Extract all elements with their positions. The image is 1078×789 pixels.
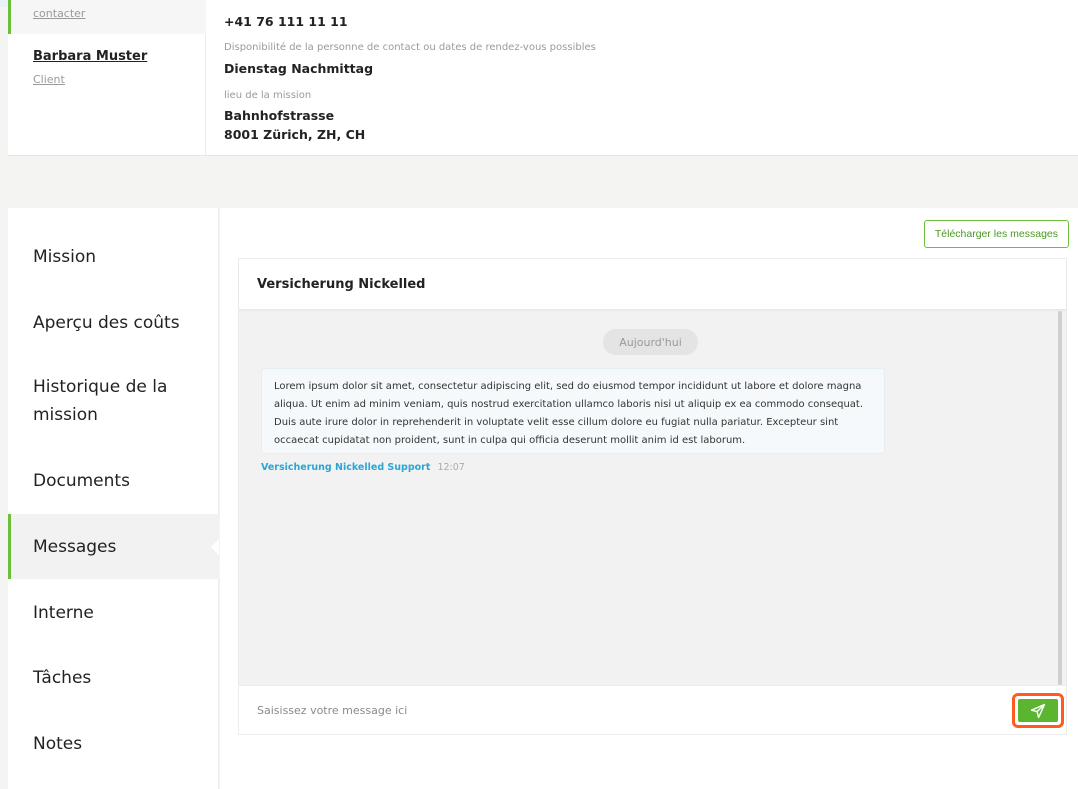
sidebar-item-label: Tâches <box>33 668 92 688</box>
sidebar-item-internal[interactable]: Interne <box>8 579 219 646</box>
sidebar-item-mission-history[interactable]: Historique de la mission <box>8 355 219 447</box>
contact-name-barbara[interactable]: Barbara Muster <box>33 49 147 64</box>
message-composer <box>239 685 1066 734</box>
mission-sidebar: Mission Aperçu des coûts Historique de l… <box>8 208 219 789</box>
sidebar-item-label: Historique de la mission <box>33 377 168 425</box>
message-meta: Versicherung Nickelled Support 12:07 <box>261 462 465 473</box>
chat-title: Versicherung Nickelled <box>257 276 426 292</box>
sidebar-item-documents[interactable]: Documents <box>8 447 219 514</box>
sidebar-item-label: Documents <box>33 470 130 491</box>
message-time: 12:07 <box>437 462 465 473</box>
send-button-highlight <box>1012 693 1064 728</box>
sidebar-item-cost-overview[interactable]: Aperçu des coûts <box>8 290 219 355</box>
message-bubble: Lorem ipsum dolor sit amet, consectetur … <box>261 368 885 454</box>
location-label: lieu de la mission <box>224 90 312 101</box>
message-input[interactable] <box>257 695 997 725</box>
contact-card: contacter Barbara Muster Client +41 76 1… <box>8 0 1078 156</box>
sidebar-item-tasks[interactable]: Tâches <box>8 646 219 710</box>
chat-scrollbar[interactable] <box>1058 311 1062 685</box>
location-city: 8001 Zürich, ZH, CH <box>224 127 366 142</box>
message-text: Lorem ipsum dolor sit amet, consectetur … <box>274 381 864 446</box>
messages-panel: Télécharger les messages Versicherung Ni… <box>220 208 1078 789</box>
contact-role-previous[interactable]: contacter <box>33 7 85 20</box>
sidebar-item-notes[interactable]: Notes <box>8 710 219 777</box>
phone-number: +41 76 111 11 11 <box>224 14 348 29</box>
contact-role-barbara[interactable]: Client <box>33 73 65 86</box>
chat-window: Versicherung Nickelled Aujourd'hui Lorem… <box>238 258 1067 735</box>
sidebar-item-mission[interactable]: Mission <box>8 223 219 290</box>
availability-label: Disponibilité de la personne de contact … <box>224 42 596 53</box>
sidebar-item-messages[interactable]: Messages <box>8 514 219 579</box>
location-street: Bahnhofstrasse <box>224 108 335 123</box>
sidebar-item-label: Aperçu des coûts <box>33 312 180 333</box>
date-separator: Aujourd'hui <box>603 329 698 355</box>
sidebar-item-label: Interne <box>33 602 94 623</box>
message-sender: Versicherung Nickelled Support <box>261 462 431 473</box>
contact-item-previous[interactable]: contacter <box>8 0 206 34</box>
chat-header: Versicherung Nickelled <box>239 259 1066 310</box>
sidebar-item-label: Notes <box>33 733 83 754</box>
sidebar-item-label: Mission <box>33 246 97 267</box>
paper-plane-icon <box>1030 703 1046 718</box>
download-messages-button[interactable]: Télécharger les messages <box>923 220 1069 248</box>
send-button[interactable] <box>1018 699 1058 722</box>
sidebar-item-label: Messages <box>33 536 117 557</box>
contacts-list: contacter Barbara Muster Client <box>8 0 206 156</box>
availability-value: Dienstag Nachmittag <box>224 61 374 76</box>
